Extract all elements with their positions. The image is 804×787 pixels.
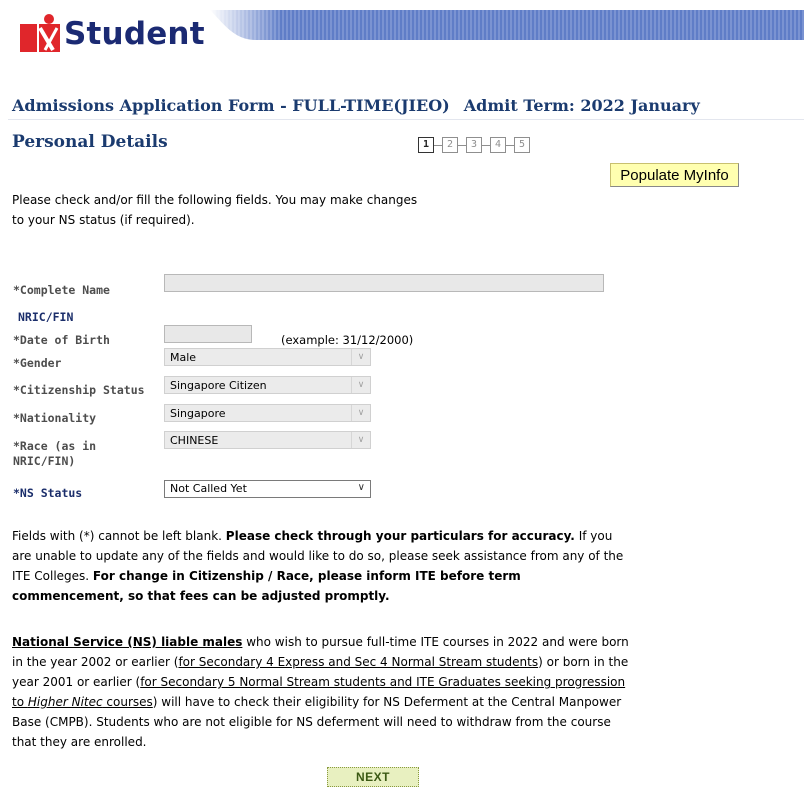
nationality-value: Singapore	[170, 407, 226, 420]
race-label: *Race (as in NRIC/FIN)	[13, 439, 96, 469]
race-label-line: NRIC/FIN)	[13, 454, 76, 468]
title-divider	[8, 119, 804, 120]
step-4: 4	[490, 137, 506, 153]
intro-text: Please check and/or fill the following f…	[12, 190, 452, 230]
section-title: Personal Details	[12, 132, 168, 152]
race-select[interactable]: CHINESE ∨	[164, 431, 371, 449]
ite-student-logo: Student	[20, 10, 205, 58]
form-name: Admissions Application Form - FULL-TIME(…	[12, 96, 450, 115]
step-connector	[506, 144, 514, 146]
nationality-select[interactable]: Singapore ∨	[164, 404, 371, 422]
logo-text: Student	[64, 16, 205, 52]
date-of-birth-label: *Date of Birth	[13, 333, 110, 347]
admit-term: Admit Term: 2022 January	[463, 96, 700, 115]
race-value: CHINESE	[170, 434, 219, 447]
step-indicator: 1 2 3 4 5	[418, 137, 530, 153]
step-1: 1	[418, 137, 434, 153]
chevron-down-icon: ∨	[357, 482, 365, 493]
note-text: Fields with (*) cannot be left blank.	[12, 529, 226, 543]
step-connector	[458, 144, 466, 146]
ns-liable-males-text: National Service (NS) liable males	[12, 635, 243, 649]
gender-select[interactable]: Male ∨	[164, 348, 371, 366]
populate-myinfo-button[interactable]: Populate MyInfo	[610, 163, 739, 187]
ns-deferment-note: National Service (NS) liable males who w…	[12, 632, 632, 752]
dob-example-hint: (example: 31/12/2000)	[281, 333, 414, 347]
ns-status-value: Not Called Yet	[170, 482, 247, 495]
gender-value: Male	[170, 351, 197, 364]
note-underlined-text: for Secondary 4 Express and Sec 4 Normal…	[178, 655, 539, 669]
chevron-down-icon: ∨	[351, 405, 370, 421]
chevron-down-icon: ∨	[351, 377, 370, 393]
step-3: 3	[466, 137, 482, 153]
step-connector	[482, 144, 490, 146]
date-of-birth-field[interactable]	[164, 325, 252, 343]
note-italic-text: Higher Nitec	[27, 695, 103, 709]
race-label-line: *Race (as in	[13, 439, 97, 453]
next-button[interactable]: NEXT	[327, 767, 419, 787]
ns-status-select[interactable]: Not Called Yet ∨	[164, 480, 371, 498]
citizenship-status-select[interactable]: Singapore Citizen ∨	[164, 376, 371, 394]
header-banner	[210, 10, 804, 40]
gender-label: *Gender	[13, 356, 62, 370]
step-2: 2	[442, 137, 458, 153]
chevron-down-icon: ∨	[351, 432, 370, 448]
citizenship-status-label: *Citizenship Status	[13, 383, 145, 397]
chevron-down-icon: ∨	[351, 349, 370, 365]
form-title: Admissions Application Form - FULL-TIME(…	[12, 96, 700, 115]
note-underlined-part: courses	[102, 695, 153, 709]
complete-name-field[interactable]	[164, 274, 604, 292]
mandatory-fields-note: Fields with (*) cannot be left blank. Pl…	[12, 526, 624, 606]
logo-mark-icon	[20, 14, 60, 54]
step-connector	[434, 144, 442, 146]
intro-line: to your NS status (if required).	[12, 213, 195, 227]
citizenship-value: Singapore Citizen	[170, 379, 267, 392]
ns-status-label: *NS Status	[13, 486, 83, 500]
complete-name-label: *Complete Name	[13, 283, 110, 297]
note-bold-text: Please check through your particulars fo…	[225, 529, 575, 543]
step-5: 5	[514, 137, 530, 153]
intro-line: Please check and/or fill the following f…	[12, 193, 418, 207]
nric-fin-label: NRIC/FIN	[18, 310, 74, 324]
nationality-label: *Nationality	[13, 411, 97, 425]
